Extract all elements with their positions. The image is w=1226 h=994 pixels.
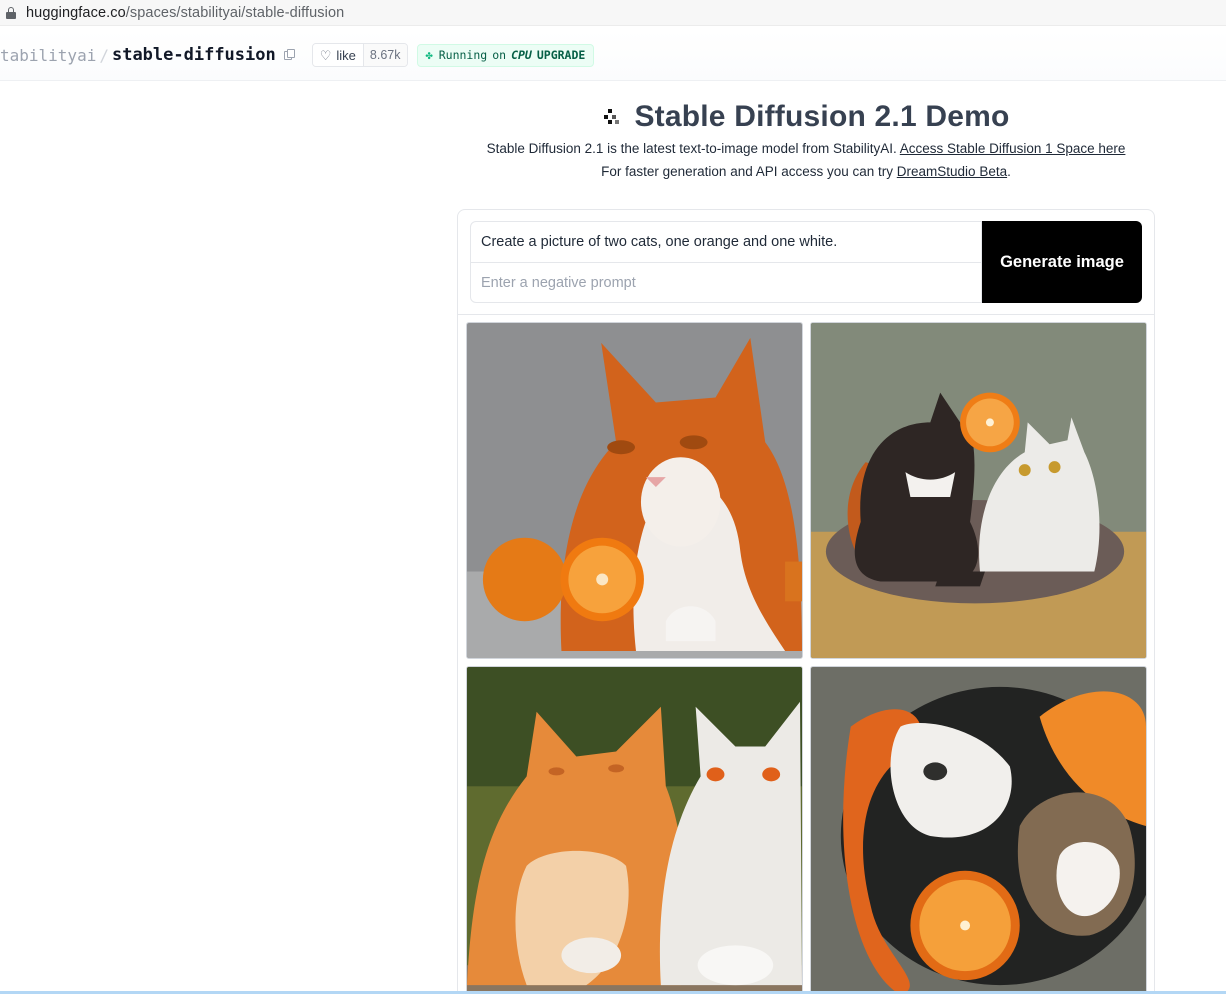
browser-address-bar[interactable]: huggingface.co/spaces/stabilityai/stable… (0, 0, 1226, 26)
repo-name[interactable]: stable-diffusion (112, 45, 276, 65)
status-badge[interactable]: ✤ Running on CPU UPGRADE (416, 43, 595, 67)
space-header: tabilityai / stable-diffusion ♡ like 8.6… (0, 30, 1226, 81)
like-count[interactable]: 8.67k (362, 44, 407, 66)
gallery-image-1[interactable] (466, 322, 803, 659)
prompt-box (470, 221, 982, 303)
prompt-input[interactable] (471, 222, 981, 263)
url-text[interactable]: huggingface.co/spaces/stabilityai/stable… (26, 5, 344, 21)
generate-image-button[interactable]: Generate image (982, 221, 1142, 303)
status-on-text: on (492, 48, 507, 62)
status-text: Running (438, 48, 488, 62)
lock-icon[interactable] (6, 6, 16, 20)
hardware-text: CPU (511, 48, 532, 62)
heart-icon: ♡ (319, 47, 332, 63)
pixel-logo-icon (604, 109, 620, 125)
gallery-image-2[interactable] (810, 322, 1147, 659)
subtitle-line-2: For faster generation and API access you… (601, 164, 1011, 179)
running-icon: ✤ (425, 48, 433, 62)
title-row: Stable Diffusion 2.1 Demo (0, 100, 1226, 134)
gallery-image-3[interactable] (466, 666, 803, 994)
like-group: ♡ like 8.67k (311, 43, 408, 67)
path-separator: / (99, 45, 109, 65)
negative-prompt-input[interactable] (471, 263, 981, 303)
upgrade-text[interactable]: UPGRADE (537, 48, 585, 62)
page-title: Stable Diffusion 2.1 Demo (634, 100, 1010, 133)
generation-panel: Generate image (457, 209, 1155, 994)
like-label: like (336, 47, 356, 63)
subtitle-line-1: Stable Diffusion 2.1 is the latest text-… (486, 141, 1126, 156)
like-button[interactable]: ♡ like (312, 44, 363, 66)
gallery-image-4[interactable] (810, 666, 1147, 994)
org-link[interactable]: tabilityai (0, 46, 96, 65)
sd1-space-link[interactable]: Access Stable Diffusion 1 Space here (900, 141, 1126, 156)
panel-divider (458, 314, 1154, 315)
copy-icon[interactable] (283, 49, 296, 61)
dreamstudio-link[interactable]: DreamStudio Beta (897, 164, 1007, 179)
